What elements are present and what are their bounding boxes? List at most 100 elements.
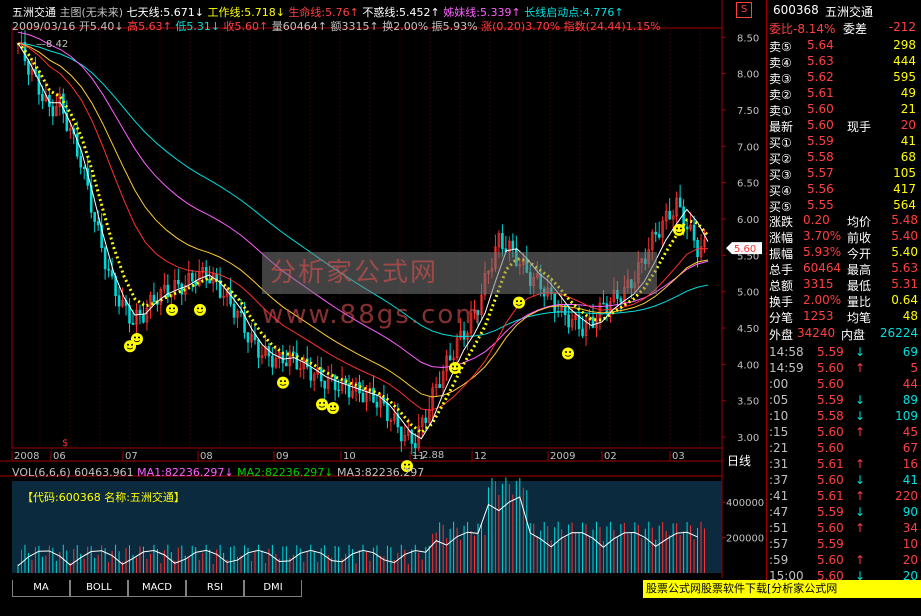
current-price-label: 5.60 (734, 244, 756, 255)
stat-value: 60464 (803, 261, 842, 275)
candle-body (103, 247, 107, 270)
tick-arrow: ↑ (855, 489, 866, 503)
window-restore-icon[interactable]: S (736, 2, 752, 18)
tab-ma[interactable]: MA (12, 580, 70, 597)
header-item: 涨(0.20)3.70% (477, 20, 561, 33)
tab-dmi[interactable]: DMI (244, 580, 302, 597)
ohlc-summary: 2009/03/16 开5.40↓ 高5.63↑ 低5.31↓ 收5.60↑ 量… (12, 18, 661, 34)
tick-time: 14:58 (769, 345, 804, 359)
tick-volume: 90 (902, 505, 918, 519)
ma-work-line (16, 42, 710, 435)
dollar-icon: $ (62, 438, 68, 449)
candle-body (602, 302, 605, 305)
stat-label: 均笔 (847, 311, 872, 325)
tick-row: :10 5.58 ↓ 109 (767, 409, 921, 424)
tick-price: 5.61 (817, 457, 844, 471)
tick-volume: 20 (902, 553, 918, 567)
candle-body (424, 417, 428, 423)
y-tick-label: 4.00 (737, 360, 759, 371)
tick-time: 14:59 (769, 361, 804, 375)
bid-label: 买① (769, 136, 792, 150)
ask-label: 卖⑤ (769, 40, 792, 54)
ask-row: 卖② 5.61 49 (767, 86, 921, 102)
tick-volume: 109 (895, 409, 918, 423)
stat-label: 涨幅 (769, 231, 794, 245)
ask-price: 5.60 (807, 102, 834, 116)
volume-legend: VOL(6,6,6) 60463.961 MA1:82236.297↓ MA2:… (12, 466, 425, 479)
stat-row: 分笔 1253 均笔 48 (767, 309, 921, 325)
candle-body (271, 355, 274, 368)
tab-rsi[interactable]: RSI (186, 580, 244, 597)
stat-label: 前收 (847, 231, 872, 245)
header-item: 高5.63↑ (123, 20, 172, 33)
candle-body (657, 233, 661, 238)
y-tick-label: 7.00 (737, 142, 759, 153)
x-tick-label: 2009 (550, 451, 575, 462)
stat-value: 48 (902, 309, 918, 323)
bid-volume: 68 (900, 150, 916, 164)
stat-label: 振幅 (769, 247, 794, 261)
x-tick-label: 2008 (14, 451, 39, 462)
tick-time: :59 (769, 553, 789, 567)
ask-price: 5.64 (807, 38, 834, 52)
stat-label: 最高 (847, 263, 872, 277)
bid-price: 5.56 (807, 182, 834, 196)
bid-label: 买③ (769, 168, 792, 182)
stat-label: 涨跌 (769, 215, 794, 229)
tick-volume: 16 (902, 457, 918, 471)
bid-price: 5.57 (807, 166, 834, 180)
tab-boll[interactable]: BOLL (70, 580, 128, 597)
smiley-icon (316, 398, 328, 411)
watermark: 分析家公式网www.88gs.com (262, 252, 657, 330)
stat-value: 5.40 (891, 229, 918, 243)
candle-body (619, 298, 623, 303)
candle-body (361, 392, 365, 403)
ask-label: 卖② (769, 88, 792, 102)
stat-label: 总手 (769, 263, 794, 277)
tick-price: 5.58 (817, 409, 844, 423)
bid-volume: 564 (893, 198, 916, 212)
bid-row: 买⑤ 5.55 564 (767, 198, 921, 214)
y-tick-label: 7.50 (737, 106, 759, 117)
y-tick-label: 6.00 (737, 215, 759, 226)
candle-body (438, 384, 441, 388)
candle-body (246, 332, 250, 343)
candle-body (375, 401, 379, 408)
y-tick-label: 5.00 (737, 288, 759, 299)
stat-row: 总额 3315 最低 5.31 (767, 277, 921, 293)
x-tick-label: 08 (200, 451, 213, 462)
bid-label: 买④ (769, 184, 792, 198)
smiley-icon (513, 296, 525, 309)
footer-banner[interactable]: 股票公式网股票软件下载[分析家公式网www.88gs.com] (643, 580, 921, 613)
price-frame (11, 27, 723, 449)
ask-row: 卖③ 5.62 595 (767, 70, 921, 86)
tab-macd[interactable]: MACD (128, 580, 186, 597)
bid-row: 买③ 5.57 105 (767, 166, 921, 182)
y-tick-label: 3.00 (737, 433, 759, 444)
candle-body (82, 166, 86, 169)
header-item: 量60464↑ (268, 20, 327, 33)
tick-arrow: ↑ (855, 457, 866, 471)
stat-label: 分笔 (769, 311, 794, 325)
last-price-row: 最新 5.60 现手 20 (769, 118, 916, 134)
tick-arrow: ↓ (855, 409, 866, 423)
candle-body (553, 293, 556, 312)
candle-body (27, 60, 30, 75)
tick-price: 5.60 (817, 553, 844, 567)
candle-body (292, 351, 295, 354)
tick-volume: 220 (895, 489, 918, 503)
candle-body (581, 328, 584, 336)
y-tick-label: 6.50 (737, 179, 759, 190)
ask-volume: 49 (900, 86, 916, 100)
candle-body (110, 270, 114, 277)
candle-body (107, 268, 110, 271)
bid-price: 5.55 (807, 198, 834, 212)
volume-info: 【代码:600368 名称:五洲交通】 (22, 491, 185, 504)
smiley-icon (166, 303, 178, 316)
tick-row: :51 5.60 ↑ 34 (767, 521, 921, 536)
period-label[interactable]: 日线 (727, 452, 751, 469)
tick-price: 5.59 (817, 393, 844, 407)
candle-body (131, 322, 135, 325)
y-tick-label: 4.50 (737, 324, 759, 335)
candle-body (386, 403, 389, 422)
